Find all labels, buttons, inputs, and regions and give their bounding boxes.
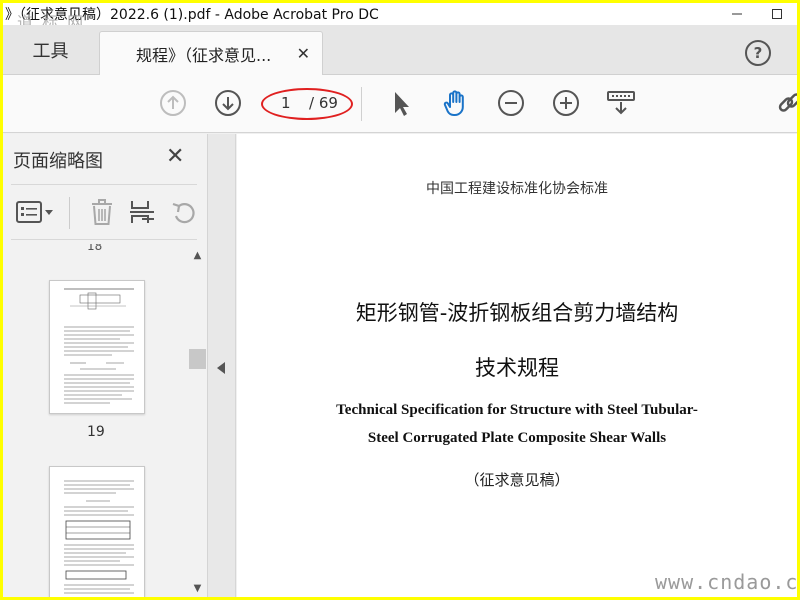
delete-pages-button[interactable] [87,197,117,227]
thumbnail-options-icon [16,201,53,223]
thumbnail-options-button[interactable] [15,197,55,227]
thumbnail-label: 19 [87,424,105,440]
extract-pages-button[interactable] [127,197,157,227]
delete-icon [92,199,112,225]
select-cursor-icon [395,92,409,116]
tab-bar: 工具 规程》（征求意见... ✕ ? [3,25,797,76]
title-bar: 》（征求意见稿）2022.6 (1).pdf - Adobe Acrobat P… [3,3,797,32]
zoom-in-icon [553,90,579,116]
zoom-in-button[interactable] [551,88,581,118]
arrow-up-circle-icon [160,90,186,116]
tab-document[interactable]: 规程》（征求意见... ✕ [99,31,323,76]
scroll-up-icon[interactable]: ▲ [188,248,207,262]
thumbnail-list: 18 19 [3,244,189,597]
arrow-down-circle-icon [215,90,241,116]
extract-icon [130,201,154,223]
panel-toolbar [11,184,197,240]
page-thumbnail[interactable] [49,466,145,597]
tab-document-label: 规程》（征求意见... [136,46,272,65]
zoom-out-button[interactable] [496,88,526,118]
keyboard-dropdown-icon [607,91,635,115]
maximize-icon [772,9,782,19]
thumbnail-preview-19 [64,288,134,404]
tab-tools[interactable]: 工具 [3,25,98,75]
document-title-en-line1: Technical Specification for Structure wi… [336,402,698,418]
window-controls [717,3,797,25]
link-icon [778,93,797,112]
thumbnail-preview-20 [64,480,134,594]
document-title-en-line2: Steel Corrugated Plate Composite Shear W… [367,430,667,446]
document-org: 中国工程建设标准化协会标准 [426,181,608,197]
undo-icon [172,202,195,224]
document-subtitle: 技术规程 [475,356,559,380]
link-button[interactable] [775,88,797,118]
zoom-out-icon [498,90,524,116]
next-page-button[interactable] [213,88,243,118]
maximize-button[interactable] [757,3,797,25]
thumbnail-scrollbar[interactable]: ▲ ▼ [188,244,207,597]
minimize-button[interactable] [717,3,757,25]
site-watermark-bottom: www.cndao.com [655,570,797,594]
document-status: （征求意见稿） [464,471,570,489]
minimize-icon [732,13,742,15]
panel-close-icon[interactable]: ✕ [166,144,184,169]
document-title: 矩形钢管-波折钢板组合剪力墙结构 [355,301,679,325]
hand-icon [443,90,464,116]
keyboard-dropdown-button[interactable] [606,88,636,118]
previous-page-button[interactable] [158,88,188,118]
page-thumbnails-panel: 页面缩略图 ✕ 18 19 ▲ ▼ [3,134,208,597]
toolbar-divider [361,87,362,121]
scrollbar-thumb[interactable] [189,349,206,369]
help-icon[interactable]: ? [745,40,771,66]
highlight-oval [261,88,353,120]
toolbar: 1 / 69 [3,75,797,133]
panel-collapse-strip[interactable] [208,134,236,597]
page-thumbnail[interactable] [49,280,145,414]
thumbnail-label-prev: 18 [87,244,103,253]
hand-tool-button[interactable] [441,88,471,118]
tab-close-icon[interactable]: ✕ [297,44,310,63]
document-page: 中国工程建设标准化协会标准 矩形钢管-波折钢板组合剪力墙结构 技术规程 Tech… [237,134,797,597]
panel-toolbar-divider [69,197,70,229]
acrobat-window: 》（征求意见稿）2022.6 (1).pdf - Adobe Acrobat P… [3,3,797,597]
collapse-left-icon[interactable] [217,362,225,374]
panel-title: 页面缩略图 [13,151,103,172]
select-tool-button[interactable] [386,88,416,118]
undo-button[interactable] [169,197,199,227]
scroll-down-icon[interactable]: ▼ [188,581,207,595]
